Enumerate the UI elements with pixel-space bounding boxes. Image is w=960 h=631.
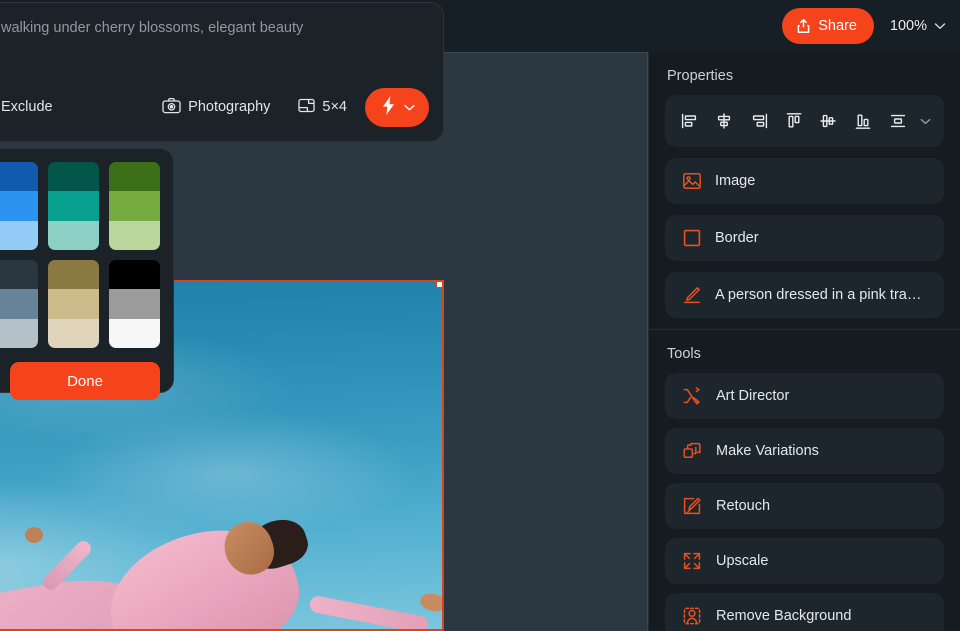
property-row-border-label: Border (715, 230, 759, 246)
retouch-icon (682, 496, 702, 516)
swatch-shade[interactable] (0, 260, 38, 290)
chevron-down-icon[interactable] (919, 108, 933, 135)
border-square-icon (682, 228, 702, 248)
align-right-icon[interactable] (745, 108, 772, 135)
swatch-shade[interactable] (109, 191, 160, 221)
camera-icon (162, 97, 181, 118)
property-row-border[interactable]: Border (665, 215, 944, 261)
swatch-shade[interactable] (0, 289, 38, 319)
swatch-green[interactable] (109, 162, 160, 250)
prompt-panel[interactable]: walking under cherry blossoms, elegant b… (0, 2, 444, 142)
swatch-shade[interactable] (0, 318, 38, 348)
tool-make-variations-label: Make Variations (716, 443, 819, 459)
photo-subject (0, 509, 442, 629)
swatch-shade[interactable] (0, 162, 38, 192)
swatch-grayscale[interactable] (109, 260, 160, 348)
tool-remove-background[interactable]: Remove Background (665, 593, 944, 631)
swatch-shade[interactable] (48, 289, 99, 319)
property-row-image[interactable]: Image (665, 158, 944, 204)
remove-background-icon (682, 606, 702, 626)
property-row-prompt[interactable]: A person dressed in a pink tracksui… (665, 272, 944, 318)
aspect-ratio-selector[interactable]: 5×4 (298, 98, 347, 117)
resize-handle-top-right[interactable] (436, 282, 442, 288)
tool-art-director-label: Art Director (716, 388, 790, 404)
swatch-shade[interactable] (0, 191, 38, 221)
swatch-slate[interactable] (0, 260, 38, 348)
image-icon (682, 171, 702, 191)
style-label: Photography (188, 99, 271, 115)
tool-make-variations[interactable]: Make Variations (665, 428, 944, 474)
color-palette-popup[interactable]: Done (0, 148, 174, 400)
tool-art-director[interactable]: Art Director (665, 373, 944, 419)
swatch-shade[interactable] (109, 220, 160, 250)
align-bottom-icon[interactable] (850, 108, 877, 135)
swatch-shade[interactable] (109, 289, 160, 319)
property-row-image-label: Image (715, 173, 756, 189)
pencil-edit-icon (682, 285, 702, 305)
prompt-text[interactable]: walking under cherry blossoms, elegant b… (1, 19, 425, 39)
header-actions: Share 100% (782, 0, 946, 52)
swatch-shade[interactable] (109, 318, 160, 348)
right-panel: Properties Image Border A person dressed… (648, 52, 960, 631)
swatch-shade[interactable] (48, 162, 99, 192)
swatch-shade[interactable] (48, 191, 99, 221)
distribute-icon[interactable] (884, 108, 911, 135)
zoom-level-control[interactable]: 100% (890, 18, 946, 34)
share-button[interactable]: Share (782, 8, 874, 44)
properties-title: Properties (667, 68, 734, 84)
align-middle-vertical-icon[interactable] (815, 108, 842, 135)
swatch-shade[interactable] (109, 260, 160, 290)
palette-actions: Done (0, 362, 160, 400)
style-selector[interactable]: Photography (162, 97, 270, 118)
swatch-teal[interactable] (48, 162, 99, 250)
alignment-toolbar (665, 95, 944, 147)
tool-remove-background-label: Remove Background (716, 608, 852, 624)
swatch-shade[interactable] (48, 220, 99, 250)
align-left-icon[interactable] (676, 108, 703, 135)
aspect-ratio-icon (298, 98, 316, 117)
tool-upscale-label: Upscale (716, 553, 769, 569)
generate-chevron-icon (403, 100, 416, 115)
align-center-horizontal-icon[interactable] (711, 108, 738, 135)
swatch-shade[interactable] (0, 220, 38, 250)
prompt-toolbar: Exclude Photography 5×4 (1, 85, 429, 129)
swatch-grid (0, 162, 160, 348)
zoom-level-value: 100% (889, 18, 927, 34)
aspect-ratio-label: 5×4 (322, 99, 347, 115)
swatch-shade[interactable] (48, 260, 99, 290)
tools-title: Tools (667, 346, 701, 362)
align-top-icon[interactable] (780, 108, 807, 135)
chevron-down-icon (934, 18, 946, 34)
app-root: Share 100% walking under cherry blossoms… (0, 0, 960, 631)
generate-button[interactable] (365, 87, 429, 127)
swatch-shade[interactable] (48, 318, 99, 348)
share-button-label: Share (818, 18, 857, 34)
tool-retouch[interactable]: Retouch (665, 483, 944, 529)
tool-upscale[interactable]: Upscale (665, 538, 944, 584)
upload-share-icon (796, 18, 811, 34)
upscale-icon (682, 551, 702, 571)
lightning-bolt-icon (380, 95, 397, 119)
property-row-prompt-label: A person dressed in a pink tracksui… (715, 287, 927, 303)
art-director-icon (682, 386, 702, 406)
swatch-shade[interactable] (109, 162, 160, 192)
done-button[interactable]: Done (10, 362, 160, 400)
exclude-button[interactable]: Exclude (1, 99, 53, 115)
swatch-blue[interactable] (0, 162, 38, 250)
swatch-khaki[interactable] (48, 260, 99, 348)
tool-retouch-label: Retouch (716, 498, 771, 514)
make-variations-icon (682, 441, 702, 461)
